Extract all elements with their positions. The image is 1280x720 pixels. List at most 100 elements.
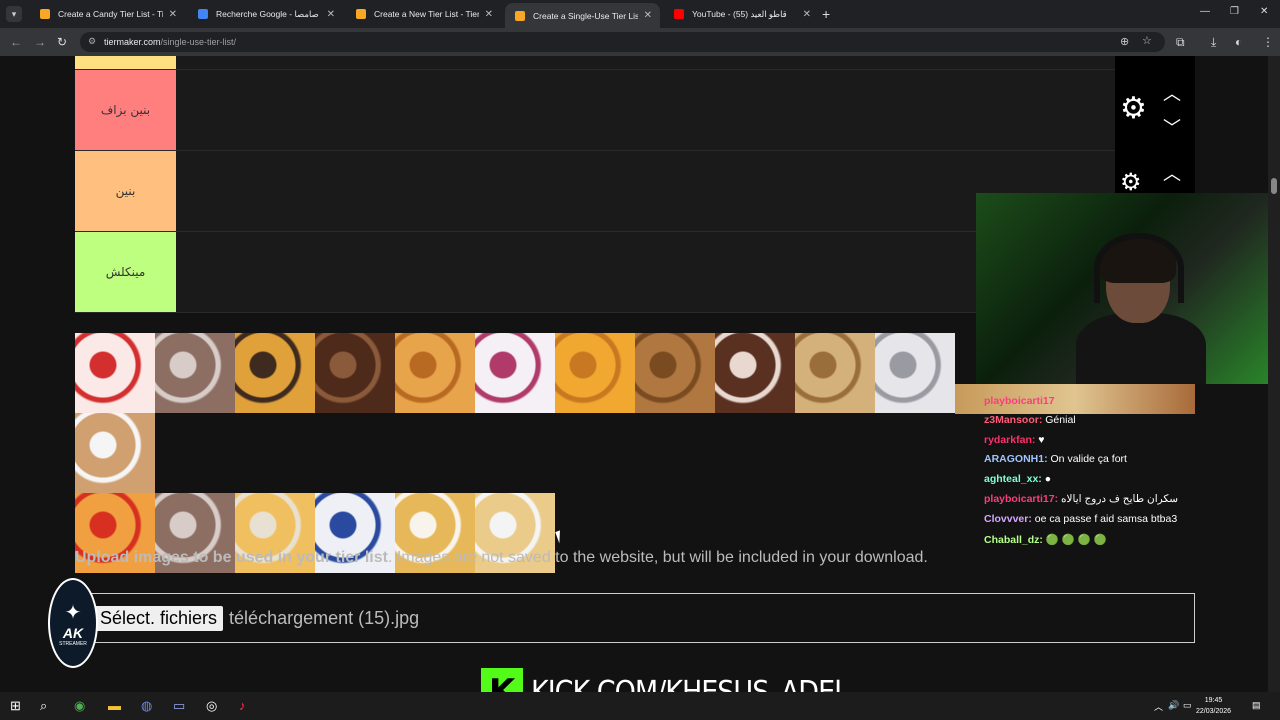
- tab-title: Create a Candy Tier List - TierMaker: [58, 9, 163, 19]
- terminal-icon[interactable]: ▭: [173, 698, 185, 714]
- ak-streamer-logo: ✦ AK STREAMER: [48, 578, 98, 668]
- tier-item-image[interactable]: [475, 333, 555, 413]
- tier-row[interactable]: [75, 56, 1115, 70]
- phoenix-icon: ✦: [64, 601, 82, 624]
- scrollbar-thumb[interactable]: [1271, 178, 1277, 194]
- tray-chevron-icon[interactable]: ︿: [1154, 700, 1163, 713]
- file-explorer-icon[interactable]: ▬: [108, 698, 121, 713]
- new-tab-button[interactable]: +: [822, 6, 830, 22]
- chat-message: Clovvver: oe ca passe f aid samsa btba3: [984, 513, 1177, 525]
- tier-row[interactable]: بنين: [75, 151, 1115, 232]
- system-clock[interactable]: 19:45 22/03/2026: [1196, 695, 1231, 717]
- tab-search-menu-icon[interactable]: ▾: [6, 6, 22, 22]
- reload-icon[interactable]: ↻: [57, 35, 67, 49]
- chat-message: rydarkfan: ♥: [984, 434, 1045, 446]
- tab-favicon-icon: [356, 9, 366, 19]
- tab-title: YouTube - قاطو العيد (55): [692, 8, 787, 19]
- chrome-icon[interactable]: ◉: [74, 698, 85, 714]
- browser-tab[interactable]: YouTube - قاطو العيد (55) ✕: [664, 3, 819, 25]
- browser-tab[interactable]: Create a Candy Tier List - TierMaker ✕: [30, 3, 185, 25]
- maximize-icon[interactable]: ❐: [1230, 6, 1239, 17]
- chat-username: Clovvver:: [984, 513, 1032, 525]
- windows-taskbar: ⊞ ⌕ ◉ ▬ ◍ ▭ ◎ ♪ ︿ 🔊 ▭ 19:45 22/03/2026 ▤: [0, 692, 1280, 720]
- tier-item-image[interactable]: [875, 333, 955, 413]
- back-icon[interactable]: ←: [10, 35, 22, 49]
- tab-title: Recherche Google - صامصا: [216, 8, 319, 19]
- discord-icon[interactable]: ◍: [141, 698, 152, 714]
- unranked-items: [75, 333, 975, 573]
- tier-item-image[interactable]: [155, 333, 235, 413]
- tier-item-image[interactable]: [395, 333, 475, 413]
- forward-icon[interactable]: →: [34, 35, 46, 49]
- upload-heading-rest: . Images are not saved to the website, b…: [387, 549, 928, 566]
- tier-row[interactable]: مينكلش: [75, 232, 1115, 313]
- chat-text: ●: [1044, 473, 1052, 485]
- chat-text: oe ca passe f aid samsa btba3: [1034, 513, 1178, 525]
- download-icon[interactable]: ⤓: [1211, 35, 1216, 50]
- tier-item-image[interactable]: [555, 333, 635, 413]
- streamer-body: [1076, 313, 1206, 384]
- clock-time: 19:45: [1204, 697, 1223, 704]
- chevron-up-icon[interactable]: ︿: [1163, 80, 1181, 106]
- address-bar[interactable]: ⚙ tiermaker.com/single-use-tier-list/: [80, 32, 1165, 52]
- tiktok-icon[interactable]: ♪: [239, 698, 246, 713]
- browser-tab[interactable]: Create a Single-Use Tier List (Pe ✕: [505, 3, 660, 28]
- select-files-button[interactable]: Sélect. fichiers: [94, 605, 224, 631]
- tier-label[interactable]: بنين: [75, 151, 176, 231]
- tier-item-image[interactable]: [715, 333, 795, 413]
- windows-start-icon[interactable]: ⊞: [10, 698, 21, 714]
- tab-favicon-icon: [674, 9, 684, 19]
- profile-icon[interactable]: ◐: [1235, 35, 1242, 49]
- bookmark-star-icon[interactable]: ☆: [1142, 34, 1152, 47]
- tab-close-icon[interactable]: ✕: [485, 9, 493, 20]
- page-content: بنين بزاف بنين مينكلش ⚙ ︿ ﹀ ⚙ ︿ playboicar…: [0, 56, 1280, 692]
- clock-date: 22/03/2026: [1196, 708, 1232, 715]
- chat-text: On valide ça fort: [1050, 453, 1127, 465]
- tier-item-image[interactable]: [635, 333, 715, 413]
- tier-item-image[interactable]: [75, 333, 155, 413]
- tier-item-image[interactable]: [75, 413, 155, 493]
- logo-subtext: STREAMER: [59, 640, 87, 647]
- browser-tab[interactable]: Create a New Tier List - TierMaker ✕: [346, 3, 501, 25]
- tier-label[interactable]: بنين بزاف: [75, 70, 176, 150]
- tier-item-image[interactable]: [795, 333, 875, 413]
- upload-heading: Upload images to be used in your tier li…: [75, 549, 928, 567]
- tab-close-icon[interactable]: ✕: [803, 9, 811, 20]
- tier-item-image[interactable]: [235, 333, 315, 413]
- tier-label[interactable]: [75, 56, 176, 69]
- tier-label[interactable]: مينكلش: [75, 232, 176, 312]
- chevron-up-icon[interactable]: ︿: [1163, 160, 1181, 186]
- speaker-icon[interactable]: 🔊: [1168, 700, 1179, 711]
- chat-username: playboicarti17: [984, 395, 1055, 407]
- chat-message: playboicarti17: [984, 395, 1055, 407]
- scrollbar[interactable]: [1268, 56, 1280, 692]
- tab-bar: ▾ Create a Candy Tier List - TierMaker✕R…: [0, 0, 1280, 28]
- search-icon[interactable]: ⌕: [40, 698, 47, 714]
- site-info-icon[interactable]: ⚙: [88, 36, 96, 47]
- tier-item-image[interactable]: [315, 333, 395, 413]
- chat-username: aghteal_xx:: [984, 473, 1042, 485]
- menu-icon[interactable]: ⋮: [1262, 35, 1274, 49]
- tab-favicon-icon: [515, 10, 525, 21]
- obs-icon[interactable]: ◎: [206, 698, 217, 714]
- chat-username: ARAGONH1:: [984, 453, 1048, 465]
- url-path: /single-use-tier-list/: [160, 37, 237, 47]
- url-domain: tiermaker.com: [104, 37, 161, 47]
- notifications-icon[interactable]: ▤: [1252, 700, 1261, 711]
- tab-close-icon[interactable]: ✕: [644, 10, 652, 21]
- tier-row[interactable]: بنين بزاف: [75, 70, 1115, 151]
- tab-favicon-icon: [198, 9, 208, 19]
- tab-close-icon[interactable]: ✕: [327, 9, 335, 20]
- close-window-icon[interactable]: ✕: [1260, 6, 1268, 17]
- extensions-icon[interactable]: ⧉: [1176, 35, 1185, 50]
- chat-message: aghteal_xx: ●: [984, 473, 1051, 485]
- minimize-icon[interactable]: —: [1200, 6, 1210, 17]
- network-icon[interactable]: ▭: [1183, 700, 1192, 711]
- logo-text: AK: [62, 624, 84, 641]
- zoom-icon[interactable]: ⊕: [1120, 35, 1129, 48]
- file-input[interactable]: Sélect. fichiers téléchargement (15).jpg: [75, 593, 1195, 643]
- chat-message: playboicarti17: سكران طايح ف دروج ايالاه: [984, 493, 1178, 505]
- gear-icon[interactable]: ⚙: [1120, 91, 1147, 126]
- tab-close-icon[interactable]: ✕: [169, 9, 177, 20]
- browser-tab[interactable]: Recherche Google - صامصا ✕: [188, 3, 343, 25]
